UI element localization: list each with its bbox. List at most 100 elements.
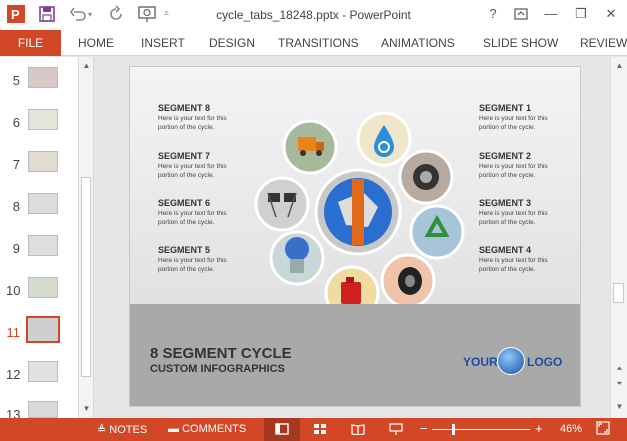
- segment-3-title[interactable]: SEGMENT 3: [479, 198, 531, 208]
- slide-thumbnail-image[interactable]: [28, 277, 58, 298]
- notes-icon: ≜: [97, 424, 110, 436]
- slide-thumbnail-image[interactable]: [26, 316, 60, 343]
- previous-slide-icon[interactable]: ⏶: [612, 362, 627, 376]
- segment-6-text[interactable]: Here is your text for this portion of th…: [158, 209, 248, 227]
- slide-thumbnail[interactable]: 7: [0, 151, 80, 189]
- segment-8-bubble[interactable]: [282, 119, 338, 175]
- slide-thumbnail-image[interactable]: [28, 151, 58, 172]
- segment-1-text[interactable]: Here is your text for this portion of th…: [479, 114, 569, 132]
- segment-5-title[interactable]: SEGMENT 5: [158, 245, 210, 255]
- slide-thumbnail-image[interactable]: [28, 361, 58, 382]
- logo-globe-icon[interactable]: [497, 347, 525, 375]
- close-button[interactable]: ✕: [600, 4, 622, 24]
- scroll-down-arrow-icon[interactable]: ▼: [612, 400, 627, 414]
- ribbon-display-options-icon[interactable]: [510, 4, 532, 24]
- thumbnail-scrollbar[interactable]: ▲ ▼: [78, 57, 93, 418]
- slide-number: 8: [12, 199, 20, 214]
- tab-insert[interactable]: INSERT: [141, 36, 185, 50]
- slide-sub-title[interactable]: CUSTOM INFOGRAPHICS: [150, 363, 285, 375]
- logo-text-logo[interactable]: LOGO: [527, 355, 562, 369]
- segment-8-title[interactable]: SEGMENT 8: [158, 103, 210, 113]
- notes-button[interactable]: ≜ NOTES: [97, 423, 147, 436]
- file-tab[interactable]: FILE: [0, 30, 61, 56]
- scroll-down-arrow-icon[interactable]: ▼: [79, 402, 94, 416]
- slide-number: 12: [6, 367, 21, 382]
- slide-thumbnail-active[interactable]: 11: [0, 316, 80, 357]
- reading-view-button[interactable]: [340, 418, 376, 441]
- slide-thumbnail[interactable]: 5: [0, 67, 80, 105]
- tab-transitions[interactable]: TRANSITIONS: [278, 36, 359, 50]
- slide-thumbnail[interactable]: 6: [0, 109, 80, 147]
- segment-3-text[interactable]: Here is your text for this portion of th…: [479, 209, 569, 227]
- gas-can-icon: [341, 282, 361, 304]
- scrollbar-thumb[interactable]: [613, 283, 624, 303]
- slide-thumbnail[interactable]: 9: [0, 235, 80, 273]
- zoom-level[interactable]: 46%: [560, 423, 582, 435]
- segment-4-bubble[interactable]: [380, 253, 436, 309]
- slide-thumbnail-image[interactable]: [28, 109, 58, 130]
- comments-icon: ▬: [168, 423, 183, 435]
- scrollbar-thumb[interactable]: [81, 177, 91, 377]
- segment-6-title[interactable]: SEGMENT 6: [158, 198, 210, 208]
- segment-7-title[interactable]: SEGMENT 7: [158, 151, 210, 161]
- segment-3-bubble[interactable]: [409, 204, 465, 260]
- slide-number: 6: [12, 115, 20, 130]
- center-globe[interactable]: [314, 168, 402, 256]
- tab-slide-show[interactable]: SLIDE SHOW: [483, 36, 558, 50]
- next-slide-icon[interactable]: ⏷: [612, 377, 627, 391]
- minimize-button[interactable]: —: [540, 4, 562, 24]
- restore-button[interactable]: ❐: [570, 4, 592, 24]
- comments-label: COMMENTS: [182, 423, 247, 435]
- slide-thumbnail[interactable]: 8: [0, 193, 80, 231]
- slide-number: 10: [6, 283, 21, 298]
- slide-thumbnails-panel: 5 6 7 8 9 10 11 12 13 ▲ ▼: [0, 57, 94, 422]
- slide-thumbnail[interactable]: 10: [0, 277, 80, 315]
- tab-animations[interactable]: ANIMATIONS: [381, 36, 455, 50]
- zoom-slider-track[interactable]: [432, 429, 530, 430]
- tab-home[interactable]: HOME: [78, 36, 114, 50]
- logo-text-your[interactable]: YOUR: [463, 355, 498, 369]
- slide-editing-area: SEGMENT 8 Here is your text for this por…: [95, 57, 610, 418]
- segment-6-bubble[interactable]: [269, 230, 325, 286]
- tab-review[interactable]: REVIEW: [580, 36, 627, 50]
- slide-scrollbar[interactable]: ▲ ⏶ ⏷ ▼: [610, 57, 627, 418]
- slide-thumbnail[interactable]: 12: [0, 361, 80, 399]
- window-title: cycle_tabs_18248.pptx - PowerPoint: [216, 8, 411, 22]
- slide-sorter-view-button[interactable]: [302, 418, 338, 441]
- normal-view-button[interactable]: [264, 418, 300, 441]
- segment-7-bubble[interactable]: [254, 176, 310, 232]
- slide-number: 5: [12, 73, 20, 88]
- segment-4-title[interactable]: SEGMENT 4: [479, 245, 531, 255]
- segment-8-text[interactable]: Here is your text for this portion of th…: [158, 114, 248, 132]
- zoom-slider-knob[interactable]: [452, 424, 455, 435]
- comments-button[interactable]: ▬ COMMENTS: [168, 423, 246, 435]
- slide-thumbnail-image[interactable]: [28, 401, 58, 418]
- scroll-up-arrow-icon[interactable]: ▲: [612, 59, 627, 73]
- title-bar: P ▾ ⩡ cycle_tabs_18248.pptx - PowerPoint…: [0, 0, 627, 30]
- cycle-infographic[interactable]: [238, 97, 478, 327]
- slide-canvas[interactable]: SEGMENT 8 Here is your text for this por…: [129, 66, 581, 407]
- segment-2-bubble[interactable]: [398, 149, 454, 205]
- zoom-in-button[interactable]: +: [535, 421, 543, 436]
- segment-2-title[interactable]: SEGMENT 2: [479, 151, 531, 161]
- slide-thumbnail-image[interactable]: [28, 67, 58, 88]
- segment-7-text[interactable]: Here is your text for this portion of th…: [158, 162, 248, 180]
- fit-slide-to-window-icon[interactable]: [596, 421, 610, 438]
- slide-number: 11: [6, 325, 21, 340]
- help-icon[interactable]: ?: [482, 4, 504, 24]
- slide-thumbnail-image[interactable]: [28, 193, 58, 214]
- valve-icon: [285, 237, 309, 261]
- segment-5-text[interactable]: Here is your text for this portion of th…: [158, 256, 248, 274]
- slide-thumbnail-image[interactable]: [28, 235, 58, 256]
- segment-1-title[interactable]: SEGMENT 1: [479, 103, 531, 113]
- segment-4-text[interactable]: Here is your text for this portion of th…: [479, 256, 569, 274]
- segment-2-text[interactable]: Here is your text for this portion of th…: [479, 162, 569, 180]
- segment-1-bubble[interactable]: [356, 111, 412, 167]
- ribbon-tab-bar: FILE HOME INSERT DESIGN TRANSITIONS ANIM…: [0, 30, 627, 56]
- slide-show-view-button[interactable]: [378, 418, 414, 441]
- tab-design[interactable]: DESIGN: [209, 36, 255, 50]
- scroll-up-arrow-icon[interactable]: ▲: [79, 59, 94, 73]
- zoom-out-button[interactable]: −: [420, 421, 428, 436]
- slide-number: 9: [12, 241, 20, 256]
- slide-main-title[interactable]: 8 SEGMENT CYCLE: [150, 345, 292, 362]
